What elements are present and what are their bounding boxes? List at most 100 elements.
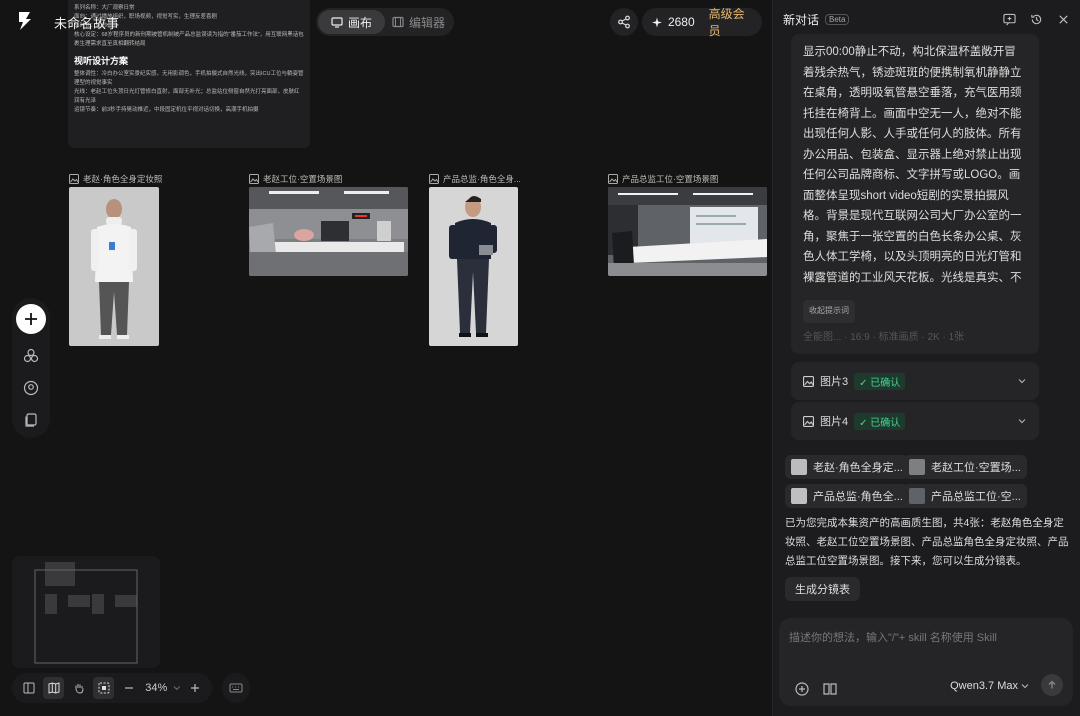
prompt-card: 显示00:00静止不动，构北保温杯盖敞开冒着残余热气，锈迹斑斑的便携制氧机静静立…: [791, 34, 1039, 354]
share-button[interactable]: [610, 8, 638, 36]
select-grid-icon: [98, 682, 110, 694]
collapse-label: 收起提示词: [809, 306, 849, 315]
project-title[interactable]: 未命名故事: [54, 13, 119, 32]
close-icon[interactable]: [1057, 13, 1070, 26]
new-chat-icon[interactable]: [1003, 13, 1016, 26]
accordion-image-4[interactable]: 图片4 ✓ 已确认: [791, 402, 1039, 440]
minimap[interactable]: [12, 556, 160, 668]
credits-count: 2680: [667, 15, 695, 29]
image-title: 老赵工位·空置场景图: [263, 174, 343, 184]
tab-canvas[interactable]: 画布: [318, 10, 385, 34]
book-icon[interactable]: [821, 680, 839, 698]
collapse-prompt-button[interactable]: 收起提示词: [803, 300, 855, 323]
character-laozhao-image[interactable]: [69, 187, 159, 346]
chat-input-box[interactable]: 描述你的想法，输入"/"+ skill 名称使用 Skill Qwen3.7 M…: [779, 618, 1073, 706]
view-toolbar: 34%: [12, 673, 212, 703]
doc-line: 整体调性：冷白办公室实景纪实感，无用影调色，手机拍摄式自然光线，突出ICU工位与…: [74, 71, 304, 86]
documents-icon: [25, 413, 37, 427]
image-card-label: 老赵工位·空置场景图: [249, 173, 342, 185]
asset-chip-label: 产品总监工位·空...: [931, 491, 1021, 503]
zoom-out-button[interactable]: [118, 677, 139, 699]
image-icon: [429, 174, 439, 184]
share-icon: [618, 15, 630, 29]
confirmed-label: 已确认: [870, 417, 901, 429]
image-card-label: 产品总监·角色全身...: [429, 173, 521, 185]
keyboard-shortcuts-button[interactable]: [222, 673, 250, 703]
chevron-down-icon[interactable]: [1017, 416, 1027, 426]
chat-input-placeholder: 描述你的想法，输入"/"+ skill 名称使用 Skill: [789, 632, 997, 644]
tab-canvas-label: 画布: [347, 15, 372, 30]
assets-button[interactable]: [21, 346, 41, 366]
image-title: 产品总监工位·空置场景图: [622, 174, 719, 184]
hand-tool-button[interactable]: [68, 677, 89, 699]
sparkle-icon: [652, 17, 662, 27]
view-switcher: 画布 编辑器: [316, 8, 454, 36]
generate-storyboard-label: 生成分镜表: [795, 584, 850, 596]
asset-chip[interactable]: 老赵工位·空置场...: [903, 455, 1027, 479]
chat-header: 新对话 Beta: [781, 0, 1072, 38]
image-card-label: 产品总监工位·空置场景图: [608, 173, 718, 185]
canvas-area[interactable]: 系列名称：大厂观察日常 面向：通过播放组织，职场视频，视觉写实，生理反差喜剧 总…: [0, 0, 772, 716]
image-icon: [803, 375, 814, 387]
accordion-label: 图片4: [820, 416, 849, 428]
canvas-icon: [331, 17, 343, 28]
credits-badge[interactable]: 2680 高级会员: [642, 5, 762, 39]
chat-panel: 新对话 Beta 显示00:00静止不动，构北保温杯盖敞开冒着残余热气，锈迹斑斑…: [772, 0, 1080, 716]
model-selector[interactable]: Qwen3.7 Max: [950, 680, 1029, 692]
image-icon: [69, 174, 79, 184]
zoom-level[interactable]: 34%: [145, 682, 167, 694]
plus-icon: [191, 684, 200, 692]
asset-chip-label: 产品总监·角色全...: [813, 491, 903, 503]
confirmed-badge: ✓ 已确认: [854, 372, 906, 390]
chevron-down-icon: [1021, 684, 1029, 689]
chevron-down-icon[interactable]: [173, 684, 181, 692]
character-product-director-image[interactable]: [429, 187, 518, 346]
model-name: Qwen3.7 Max: [950, 680, 1018, 692]
image-icon: [608, 174, 618, 184]
add-node-button[interactable]: [16, 304, 46, 334]
image-title: 老赵·角色全身定妆照: [83, 174, 163, 184]
asset-thumbnail: [791, 459, 807, 475]
image-icon: [803, 415, 814, 427]
chevron-down-icon[interactable]: [1017, 376, 1027, 386]
zoom-in-button[interactable]: [185, 677, 206, 699]
vip-label[interactable]: 高级会员: [709, 5, 752, 39]
history-button[interactable]: [21, 410, 41, 430]
generate-storyboard-button[interactable]: 生成分镜表: [785, 577, 860, 601]
keyboard-icon: [229, 683, 243, 693]
hand-icon: [75, 684, 84, 694]
add-attachment-icon[interactable]: [793, 680, 811, 698]
asset-chip[interactable]: 产品总监·角色全...: [785, 484, 909, 508]
select-tool-button[interactable]: [93, 677, 115, 699]
chat-title: 新对话: [783, 12, 820, 27]
minus-icon: [124, 687, 133, 689]
generation-params: 全能图... · 16:9 · 标准画质 · 2K · 1张: [803, 332, 965, 343]
confirmed-label: 已确认: [870, 377, 901, 389]
arrow-up-icon: [1048, 680, 1056, 689]
app-window: 系列名称：大厂观察日常 面向：通过播放组织，职场视频，视觉写实，生理反差喜剧 总…: [0, 0, 1080, 716]
confirmed-badge: ✓ 已确认: [854, 412, 906, 430]
doc-line: 运镜节奏：前3秒手持晃动推近，中段固定机位平视对话切换，高潮手机拍摄: [74, 107, 259, 113]
user-circle-icon: [23, 380, 39, 396]
plus-icon: [25, 313, 37, 325]
map-icon: [48, 682, 60, 694]
image-card-label: 老赵·角色全身定妆照: [69, 173, 162, 185]
prompt-text: 显示00:00静止不动，构北保温杯盖敞开冒着残余热气，锈迹斑斑的便携制氧机静静立…: [803, 46, 1022, 284]
history-icon[interactable]: [1030, 13, 1043, 26]
asset-thumbnail: [909, 459, 925, 475]
send-button[interactable]: [1041, 674, 1063, 696]
app-logo-icon[interactable]: [16, 10, 34, 32]
layout-button[interactable]: [18, 677, 39, 699]
product-director-workstation-image[interactable]: [608, 187, 767, 276]
doc-line: 光线：老赵工位头顶日光灯管修白直射，面部无补光；总监站位侧窗自然光打亮面部，皮肤…: [74, 89, 300, 104]
character-button[interactable]: [21, 378, 41, 398]
asset-chip[interactable]: 老赵·角色全身定...: [785, 455, 909, 479]
canvas-tools: [12, 298, 50, 438]
asset-chip[interactable]: 产品总监工位·空...: [903, 484, 1027, 508]
minimap-view: [34, 562, 138, 664]
tab-editor[interactable]: 编辑器: [385, 10, 452, 34]
accordion-image-3[interactable]: 图片3 ✓ 已确认: [791, 362, 1039, 400]
map-button[interactable]: [43, 677, 65, 699]
film-icon: [392, 16, 404, 28]
laozhao-workstation-image[interactable]: [249, 187, 408, 276]
